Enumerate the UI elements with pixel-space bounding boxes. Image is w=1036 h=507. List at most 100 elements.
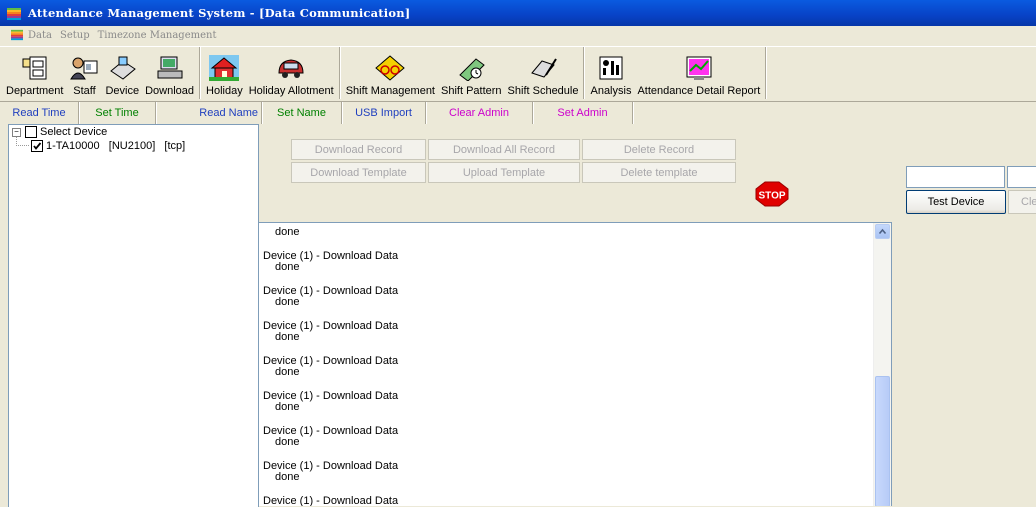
- analysis-button[interactable]: Analysis: [587, 47, 634, 97]
- holiday-button[interactable]: Holiday: [203, 47, 246, 97]
- log-line: Device (1) - Download Data: [263, 390, 399, 402]
- delete-record-button[interactable]: Delete Record: [582, 139, 736, 160]
- log-line: Device (1) - Download Data: [263, 425, 399, 437]
- menu-timezone-management[interactable]: Timezone Management: [98, 30, 217, 41]
- download-actions-panel: Download Record Download All Record Dele…: [291, 139, 736, 185]
- device-label: Device: [105, 85, 140, 97]
- staff-button[interactable]: Staff: [66, 47, 102, 97]
- toolbar-group-holiday: Holiday Holiday Allotment: [200, 47, 340, 99]
- tab-set-time-label: Set Time: [95, 107, 139, 119]
- holiday-allotment-button[interactable]: Holiday Allotment: [246, 47, 337, 97]
- delete-template-button[interactable]: Delete template: [582, 162, 736, 183]
- log-output[interactable]: done Device (1) - Download Data done Devi…: [258, 222, 892, 506]
- shift-schedule-icon: [531, 58, 557, 78]
- log-entry: Device (1) - Download Datadone: [263, 426, 868, 448]
- checkmark-icon: [33, 142, 42, 150]
- shift-schedule-label: Shift Schedule: [507, 85, 579, 97]
- staff-label: Staff: [73, 85, 96, 97]
- download-icon: [157, 56, 183, 79]
- clear-button[interactable]: Cle: [1008, 190, 1036, 214]
- log-status: done: [275, 471, 300, 483]
- device-address-input[interactable]: [906, 166, 1005, 188]
- tab-read-name-label: Read Name: [199, 107, 258, 119]
- log-line: Device (1) - Download Data: [263, 355, 399, 367]
- department-label: Department: [6, 85, 64, 97]
- title-bar: Attendance Management System - [Data Com…: [0, 0, 1036, 26]
- menu-bar: Data Setup Timezone Management: [0, 26, 1036, 44]
- main-toolbar: Department Staff Device Download Holiday…: [0, 46, 1036, 102]
- menu-setup[interactable]: Setup: [60, 30, 90, 41]
- download-record-button[interactable]: Download Record: [291, 139, 426, 160]
- attendance-detail-report-button[interactable]: Attendance Detail Report: [634, 47, 763, 97]
- log-status: done: [275, 296, 300, 308]
- tree-root-label: Select Device: [40, 126, 108, 138]
- window-title: Attendance Management System - [Data Com…: [28, 6, 411, 20]
- tree-collapse-icon[interactable]: −: [12, 127, 21, 137]
- device-icon: [110, 56, 137, 80]
- log-status: done: [275, 436, 300, 448]
- holiday-allotment-label: Holiday Allotment: [248, 85, 334, 97]
- stop-sign-icon: STOP: [755, 181, 789, 207]
- tab-set-name-label: Set Name: [277, 107, 326, 119]
- tab-read-time[interactable]: Read Time: [0, 102, 79, 124]
- attendance-detail-report-icon: [686, 56, 712, 80]
- tree-device-row[interactable]: 1-TA10000 [NU2100] [tcp]: [31, 140, 185, 152]
- tab-read-name[interactable]: Read Name: [156, 102, 262, 124]
- shift-management-label: Shift Management: [345, 85, 435, 97]
- menu-apple-icon[interactable]: [10, 29, 24, 41]
- log-status: done: [275, 366, 300, 378]
- log-status: done: [275, 261, 300, 273]
- download-template-button[interactable]: Download Template: [291, 162, 426, 183]
- log-entry: Device (1) - Download Datadone: [263, 461, 868, 483]
- tab-clear-admin-label: Clear Admin: [449, 107, 509, 119]
- holiday-house-icon: [209, 55, 240, 81]
- menu-data[interactable]: Data: [28, 30, 52, 41]
- log-entry: Device (1) - Download Datadone: [263, 286, 868, 308]
- tab-set-name[interactable]: Set Name: [262, 102, 342, 124]
- function-tabs: Read Time Set Time Read Name Set Name US…: [0, 102, 1036, 124]
- download-all-record-button[interactable]: Download All Record: [428, 139, 580, 160]
- log-line: Device (1) - Download Data: [263, 320, 399, 332]
- test-device-button[interactable]: Test Device: [906, 190, 1006, 214]
- tab-read-time-label: Read Time: [12, 107, 66, 119]
- device-checkbox[interactable]: [31, 140, 43, 152]
- scroll-thumb[interactable]: [875, 376, 890, 506]
- shift-schedule-button[interactable]: Shift Schedule: [505, 47, 582, 97]
- device-button[interactable]: Device: [102, 47, 142, 97]
- toolbar-group-report: Analysis Attendance Detail Report: [584, 47, 767, 99]
- log-entry: Device (1) - Download Datadone: [263, 391, 868, 413]
- download-button[interactable]: Download: [142, 47, 197, 97]
- tab-set-admin[interactable]: Set Admin: [533, 102, 633, 124]
- analysis-icon: [599, 56, 623, 80]
- log-status: done: [275, 401, 300, 413]
- stop-button[interactable]: STOP: [755, 181, 789, 207]
- shift-pattern-button[interactable]: Shift Pattern: [438, 47, 505, 97]
- tab-usb-import[interactable]: USB Import: [342, 102, 426, 124]
- log-status: done: [275, 226, 300, 238]
- tab-set-time[interactable]: Set Time: [79, 102, 156, 124]
- upload-template-button[interactable]: Upload Template: [428, 162, 580, 183]
- shift-management-icon: [375, 55, 406, 81]
- shift-management-button[interactable]: Shift Management: [343, 47, 438, 97]
- shift-pattern-label: Shift Pattern: [441, 85, 502, 97]
- stop-label: STOP: [758, 191, 785, 202]
- staff-icon: [70, 57, 98, 80]
- shift-pattern-icon: [459, 58, 486, 81]
- department-icon: [22, 56, 47, 80]
- device-extra-input[interactable]: [1007, 166, 1036, 188]
- analysis-label: Analysis: [590, 85, 632, 97]
- log-scrollbar[interactable]: [873, 223, 891, 506]
- scroll-up-button[interactable]: [875, 224, 890, 239]
- tree-device-label: 1-TA10000 [NU2100] [tcp]: [46, 140, 186, 152]
- department-button[interactable]: Department: [3, 47, 66, 97]
- tab-usb-import-label: USB Import: [355, 107, 412, 119]
- attendance-detail-report-label: Attendance Detail Report: [637, 85, 761, 97]
- log-line: Device (1) - Download Data: [263, 460, 399, 472]
- log-entry: Device (1) - Download Datadone: [263, 496, 868, 507]
- tab-set-admin-label: Set Admin: [557, 107, 608, 119]
- device-tree[interactable]: − Select Device 1-TA10000 [NU2100] [tcp]: [8, 124, 259, 507]
- download-label: Download: [145, 85, 195, 97]
- log-line: Device (1) - Download Data: [263, 250, 399, 262]
- tab-clear-admin[interactable]: Clear Admin: [426, 102, 533, 124]
- log-entry: Device (1) - Download Datadone: [263, 251, 868, 273]
